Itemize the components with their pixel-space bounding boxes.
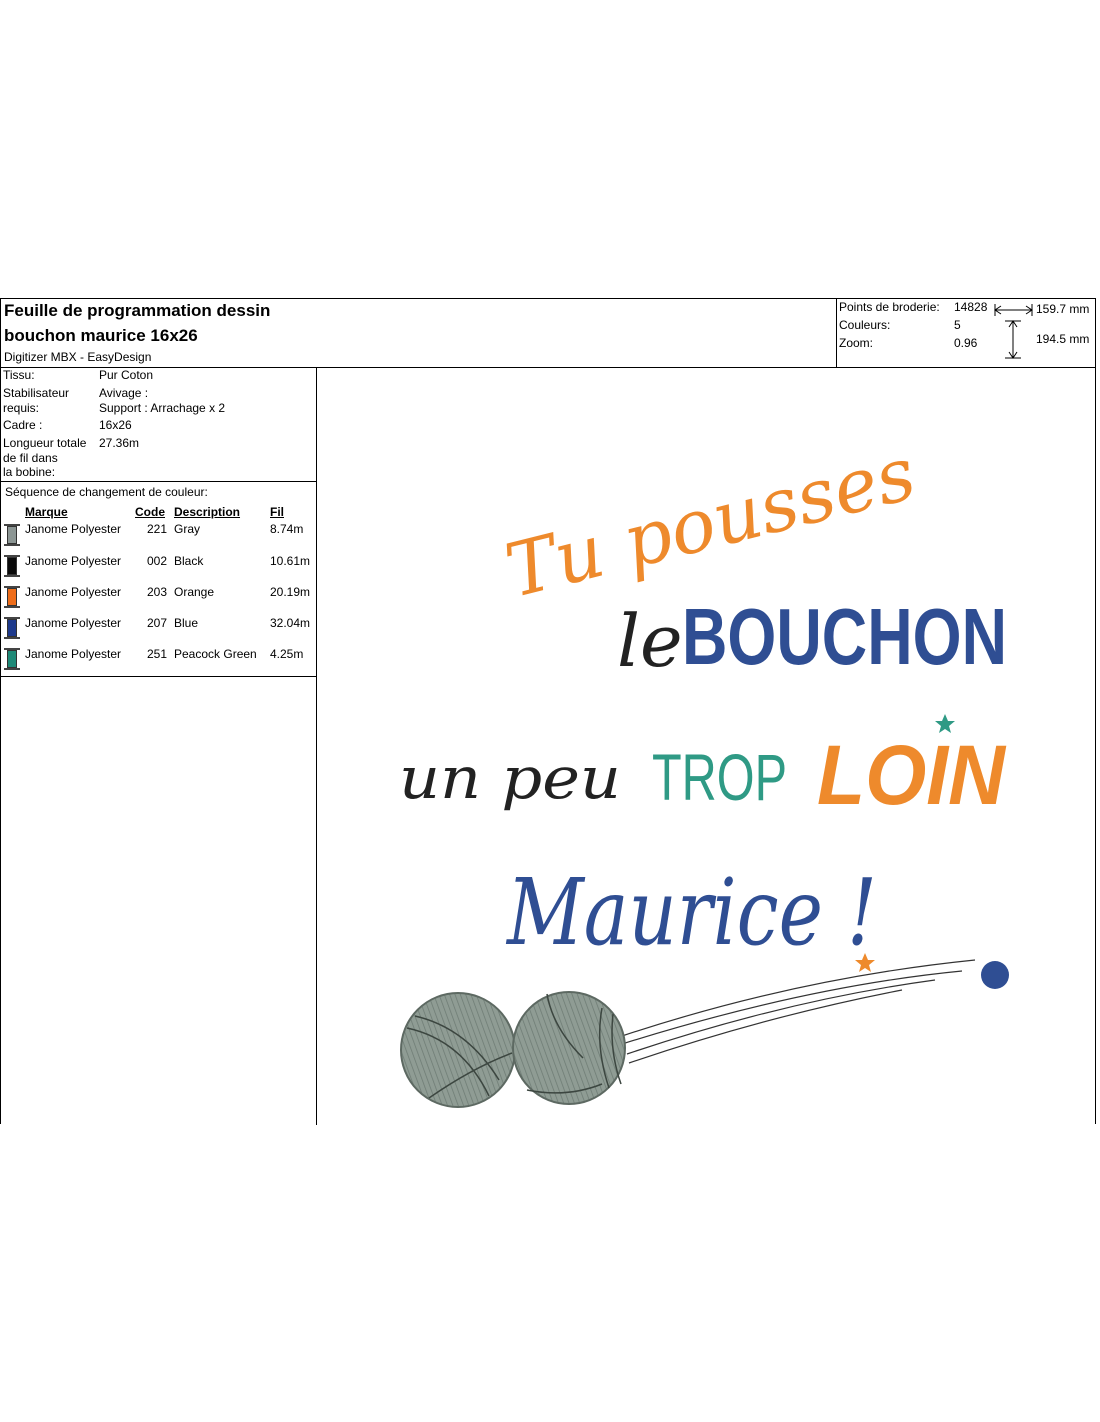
frame-value: 16x26 [99,418,132,432]
stabilizer-value-2: Support : Arrachage x 2 [99,401,226,415]
row-length: 20.19m [270,585,311,599]
spool-icon [4,555,20,577]
thread-length-label-2: de fil dans [3,451,58,465]
sheet-title-line2: bouchon maurice 16x26 [4,326,198,345]
row-description: Blue [174,616,199,630]
col-brand: Marque [25,505,68,519]
row-description: Orange [174,585,215,599]
row-brand: Janome Polyester [25,616,122,630]
col-description: Description [174,505,241,519]
col-thread: Fil [270,505,284,519]
design-height: 194.5 mm [1036,332,1090,346]
fabric-value: Pur Coton [99,368,154,382]
spool-icon [4,586,20,608]
design-line3a: un peu [399,744,621,812]
row-length: 10.61m [270,554,311,568]
design-line2a: le [617,599,683,683]
sheet-title-line1: Feuille de programmation dessin [4,301,271,320]
fabric-label: Tissu: [3,368,35,382]
row-brand: Janome Polyester [25,647,122,661]
design-line3b: TROP [652,740,787,814]
spool-icon [4,648,20,670]
stabilizer-label-2: requis: [3,401,40,415]
info-divider [1,481,316,482]
frame-label: Cadre : [3,418,43,432]
spool-icon [4,524,20,546]
sheet-header: Feuille de programmation dessin bouchon … [1,299,836,367]
row-brand: Janome Polyester [25,585,122,599]
row-description: Peacock Green [174,647,257,661]
software-name: Digitizer MBX - EasyDesign [4,350,152,364]
spool-icon [4,617,20,639]
jack-ball-icon [981,961,1009,989]
thread-length-label-1: Longueur totale [3,436,87,450]
row-brand: Janome Polyester [25,522,122,536]
row-description: Gray [174,522,201,536]
design-preview: Tu pousses le BOUCHON un peu TROP LOIN M… [317,368,1095,1124]
row-code: 207 [147,616,168,630]
petanque-ball-right-icon [512,991,626,1105]
row-brand: Janome Polyester [25,554,122,568]
sequence-title: Séquence de changement de couleur: [5,485,208,499]
design-line2b: BOUCHON [682,592,1007,681]
thread-length-value: 27.36m [99,436,140,450]
row-length: 4.25m [270,647,304,661]
design-line3c: LOIN [817,728,1007,822]
design-line4: Maurice ! [505,859,877,966]
sequence-divider [1,676,316,677]
stabilizer-value-1: Avivage : [99,386,149,400]
row-length: 32.04m [270,616,311,630]
design-stats: Points de broderie: 14828 Couleurs: 5 Zo… [836,299,1096,367]
row-code: 221 [147,522,168,536]
row-description: Black [174,554,204,568]
design-width: 159.7 mm [1036,302,1090,316]
col-code: Code [135,505,165,519]
thread-length-label-3: la bobine: [3,465,56,479]
petanque-ball-left-icon [400,992,516,1108]
spool-swatch [7,526,17,544]
row-length: 8.74m [270,522,304,536]
row-code: 203 [147,585,168,599]
stabilizer-label-1: Stabilisateur [3,386,70,400]
design-line1: Tu pousses [498,430,924,615]
motion-lines-icon [621,959,976,1064]
row-code: 002 [147,554,168,568]
row-code: 251 [147,647,168,661]
